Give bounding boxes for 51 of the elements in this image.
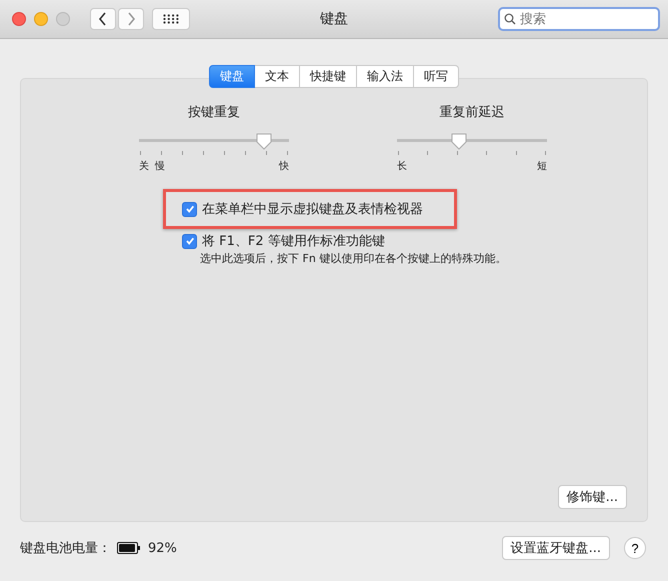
checkbox-label: 将 F1、F2 等键用作标准功能键: [202, 233, 385, 250]
grid-icon: [163, 14, 179, 24]
tick-mark: [266, 151, 267, 155]
option-note: 选中此选项后，按下 Fn 键以使用印在各个按键上的特殊功能。: [200, 251, 508, 266]
checkmark-icon: [184, 204, 194, 214]
slider-thumb[interactable]: [254, 133, 272, 151]
battery-label: 键盘电池电量：: [20, 540, 111, 557]
tab[interactable]: 快捷键: [300, 65, 357, 88]
slider-thumb[interactable]: [450, 133, 468, 151]
chevron-left-icon: [98, 12, 108, 26]
zoom-icon: [56, 12, 70, 26]
bluetooth-keyboard-button[interactable]: 设置蓝牙键盘...: [502, 536, 610, 560]
window-title: 键盘: [320, 10, 348, 28]
tick-mark: [161, 151, 162, 155]
chevron-right-icon: [126, 12, 136, 26]
slider-label: 重复前延迟: [438, 104, 506, 121]
slider-min-label: 长: [397, 160, 407, 173]
help-button[interactable]: ?: [624, 537, 646, 559]
checkbox-label: 在菜单栏中显示虚拟键盘及表情检视器: [202, 201, 423, 218]
tick-mark: [544, 151, 546, 155]
slider-label: 按键重复: [187, 104, 241, 121]
slider-min-label: 关: [139, 160, 149, 173]
tick-mark: [486, 151, 488, 155]
tick-mark: [456, 151, 458, 155]
tick-mark: [140, 151, 141, 155]
tick-mark: [287, 151, 288, 155]
tab[interactable]: 输入法: [357, 65, 414, 88]
close-icon[interactable]: [12, 12, 26, 26]
tick-mark: [516, 151, 517, 155]
search-icon: [504, 13, 516, 25]
battery-reading: 92%: [148, 540, 177, 556]
tick-mark: [224, 151, 225, 155]
minimize-icon[interactable]: [34, 12, 48, 26]
search-field[interactable]: 搜索: [498, 7, 660, 31]
checkbox[interactable]: [182, 202, 197, 216]
battery-icon: [117, 542, 138, 554]
slider-max-label: 快: [279, 160, 289, 173]
slider-max-label: 短: [537, 160, 547, 173]
tick-mark: [245, 151, 246, 155]
checkbox[interactable]: [182, 234, 197, 248]
slider-min-label: 慢: [155, 160, 165, 173]
back-button[interactable]: [90, 8, 116, 30]
tab[interactable]: 听写: [414, 65, 459, 88]
tick-mark: [182, 151, 183, 155]
show-all-button[interactable]: [152, 8, 190, 30]
checkmark-icon: [184, 236, 194, 246]
tab[interactable]: 文本: [255, 65, 300, 88]
tick-mark: [203, 151, 204, 155]
tick-mark: [427, 151, 428, 155]
modifier-keys-button[interactable]: 修饰键...: [558, 485, 627, 509]
tick-mark: [398, 151, 399, 155]
